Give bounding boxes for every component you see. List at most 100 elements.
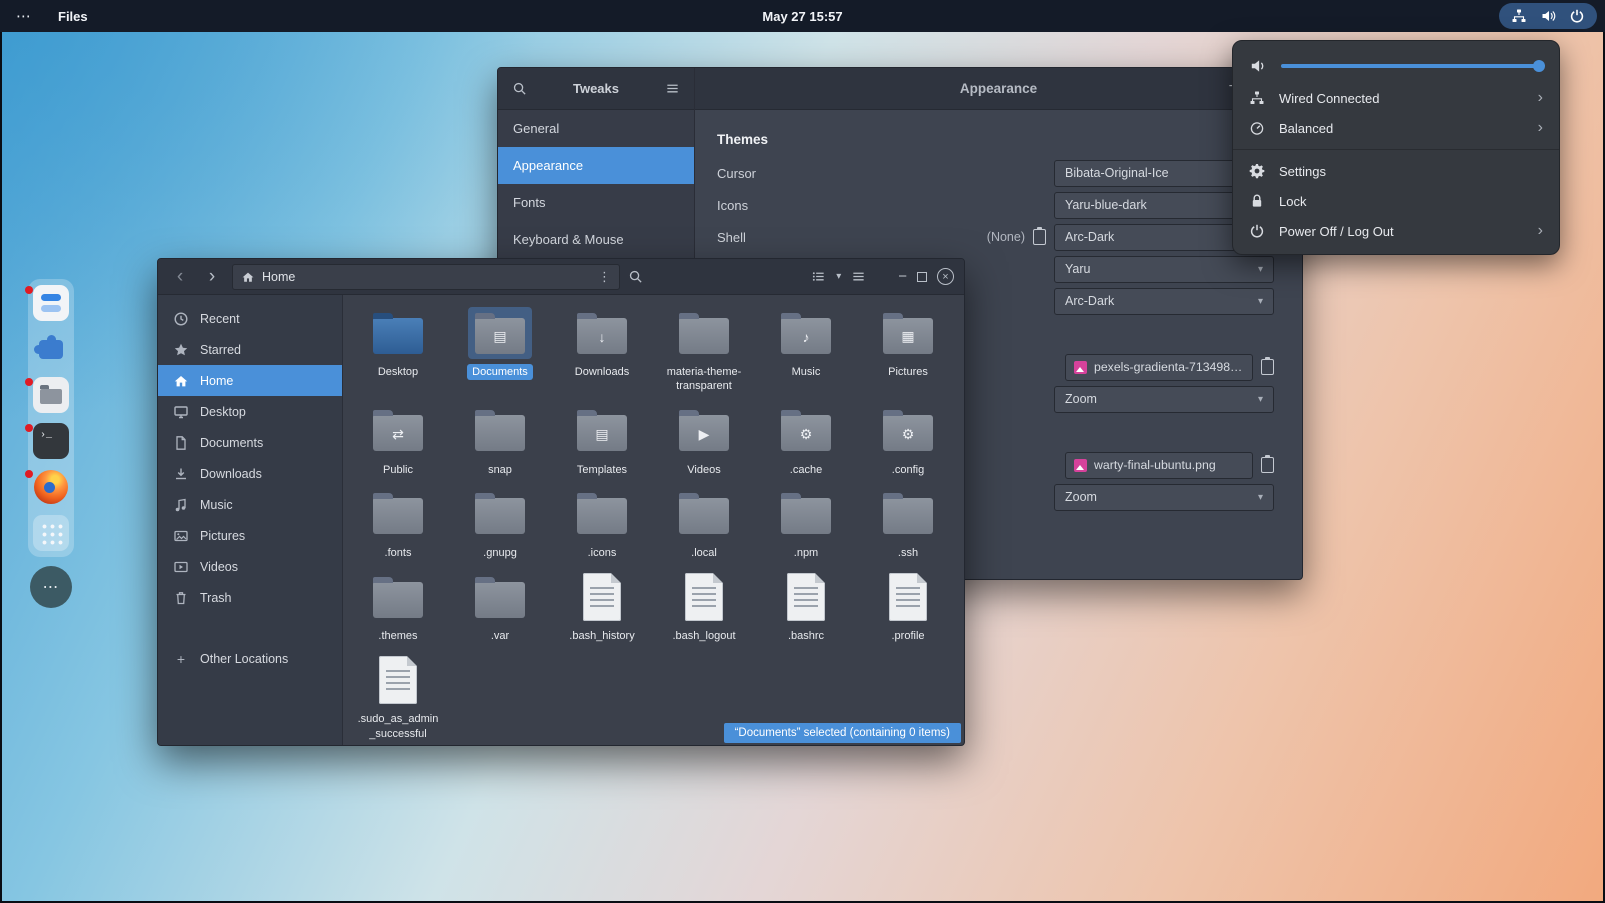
search-icon[interactable] (512, 81, 527, 96)
sidebar-item-home[interactable]: Home (158, 365, 342, 396)
sidebar-item-recent[interactable]: Recent (158, 303, 342, 334)
file-name: .config (887, 462, 929, 478)
file-item[interactable]: Desktop (347, 303, 449, 395)
minimize-button[interactable]: − (898, 268, 907, 285)
sidebar-item-trash[interactable]: Trash (158, 582, 342, 613)
file-item[interactable]: ⇄Public (347, 401, 449, 478)
file-item[interactable]: ⚙.cache (755, 401, 857, 478)
settings-icon (33, 285, 69, 321)
dock-item-terminal[interactable]: ›_ (33, 423, 69, 459)
legacy-theme-select[interactable]: Arc-Dark▾ (1054, 288, 1274, 315)
path-bar[interactable]: Home ⋮ (232, 264, 620, 290)
focused-app-name[interactable]: Files (58, 9, 88, 24)
menu-separator (1233, 149, 1559, 150)
volume-slider[interactable] (1281, 64, 1543, 68)
file-item[interactable]: ↓Downloads (551, 303, 653, 395)
sidebar-item-other-locations[interactable]: + Other Locations (158, 643, 342, 674)
dock-item-extensions[interactable] (33, 331, 69, 367)
sidebar-item-music[interactable]: Music (158, 489, 342, 520)
sidebar-item-downloads[interactable]: Downloads (158, 458, 342, 489)
file-name: Music (787, 364, 826, 380)
tweaks-nav-general[interactable]: General (498, 110, 694, 147)
folder-icon (570, 488, 634, 540)
file-item[interactable]: .bash_logout (653, 567, 755, 644)
file-item[interactable]: .bash_history (551, 567, 653, 644)
dock-item-settings[interactable] (33, 285, 69, 321)
file-name: .bash_history (564, 628, 639, 644)
activities-dots-icon[interactable]: ⋯ (16, 7, 32, 25)
system-menu: Wired Connected › Balanced › Settings Lo… (1232, 40, 1560, 255)
file-item[interactable]: ⚙ .config (857, 401, 959, 478)
file-item[interactable]: .themes (347, 567, 449, 644)
menu-item-wired[interactable]: Wired Connected › (1233, 83, 1559, 113)
dock-expand-button[interactable]: ⋯ (30, 566, 72, 608)
lockscreen-image-chip[interactable]: warty-final-ubuntu.png (1065, 452, 1253, 479)
file-item[interactable]: .fonts (347, 484, 449, 561)
dock-item-app-grid[interactable] (33, 515, 69, 551)
download-icon (173, 466, 189, 482)
dock-item-firefox[interactable] (33, 469, 69, 505)
file-item[interactable]: .bashrc (755, 567, 857, 644)
paste-icon[interactable] (1261, 359, 1274, 375)
folder-icon: ⚙ (774, 405, 838, 457)
file-item[interactable]: .local (653, 484, 755, 561)
file-name: .local (686, 545, 722, 561)
text-file-icon (366, 654, 430, 706)
paste-icon[interactable] (1261, 457, 1274, 473)
menu-item-label: Balanced (1279, 121, 1333, 136)
file-item[interactable]: .ssh (857, 484, 959, 561)
file-item[interactable]: .sudo_as_admin_successful (347, 650, 449, 742)
menu-item-lock[interactable]: Lock (1233, 186, 1559, 216)
hamburger-menu-icon[interactable] (851, 269, 866, 284)
file-item[interactable]: .var (449, 567, 551, 644)
sidebar-item-documents[interactable]: Documents (158, 427, 342, 458)
volume-icon (1540, 8, 1556, 24)
menu-item-power-off[interactable]: Power Off / Log Out › (1233, 216, 1559, 246)
file-item[interactable]: snap (449, 401, 551, 478)
sidebar-item-desktop[interactable]: Desktop (158, 396, 342, 427)
sidebar-item-starred[interactable]: Starred (158, 334, 342, 365)
background-adjustment-select[interactable]: Zoom▾ (1054, 386, 1274, 413)
sidebar-item-label: Trash (200, 591, 232, 605)
file-item[interactable]: .npm (755, 484, 857, 561)
page-title: Appearance (960, 81, 1037, 96)
background-image-chip[interactable]: pexels-gradienta-7134986.jpg (1065, 354, 1253, 381)
file-item[interactable]: .gnupg (449, 484, 551, 561)
search-icon[interactable] (628, 269, 643, 284)
forward-button[interactable]: › (200, 267, 224, 286)
file-item[interactable]: ▤Templates (551, 401, 653, 478)
tweaks-nav-appearance[interactable]: Appearance (498, 147, 694, 184)
file-item[interactable]: ▦Pictures (857, 303, 959, 395)
dock-item-files[interactable] (33, 377, 69, 413)
tweaks-nav-fonts[interactable]: Fonts (498, 184, 694, 221)
file-item[interactable]: .profile (857, 567, 959, 644)
files-app-icon (33, 377, 69, 413)
chevron-down-icon: ▾ (1258, 492, 1263, 503)
folder-icon (876, 488, 940, 540)
file-item[interactable]: .icons (551, 484, 653, 561)
sidebar-item-pictures[interactable]: Pictures (158, 520, 342, 551)
paste-icon[interactable] (1033, 229, 1046, 245)
sound-theme-select[interactable]: Yaru▾ (1054, 256, 1274, 283)
hamburger-menu-icon[interactable] (665, 81, 680, 96)
clock[interactable]: May 27 15:57 (762, 9, 842, 24)
gear-emblem-icon: ⚙ (781, 417, 831, 451)
menu-item-power-profile[interactable]: Balanced › (1233, 113, 1559, 143)
tweaks-nav-keyboard[interactable]: Keyboard & Mouse (498, 221, 694, 258)
path-options-icon[interactable]: ⋮ (598, 269, 611, 285)
file-item[interactable]: ▶Videos (653, 401, 755, 478)
network-wired-icon (1511, 8, 1527, 24)
menu-item-settings[interactable]: Settings (1233, 156, 1559, 186)
maximize-button[interactable] (917, 272, 927, 282)
folder-icon: ⚙ (876, 405, 940, 457)
sidebar-item-videos[interactable]: Videos (158, 551, 342, 582)
file-item[interactable]: ♪Music (755, 303, 857, 395)
close-button[interactable]: × (937, 268, 954, 285)
lockscreen-adjustment-select[interactable]: Zoom▾ (1054, 484, 1274, 511)
back-button[interactable]: ‹ (168, 267, 192, 286)
view-options-caret-icon[interactable]: ▾ (836, 271, 841, 282)
list-view-icon[interactable] (811, 269, 826, 284)
file-item[interactable]: ▤Documents (449, 303, 551, 395)
system-tray[interactable] (1499, 3, 1597, 29)
file-item[interactable]: materia-theme-transparent (653, 303, 755, 395)
